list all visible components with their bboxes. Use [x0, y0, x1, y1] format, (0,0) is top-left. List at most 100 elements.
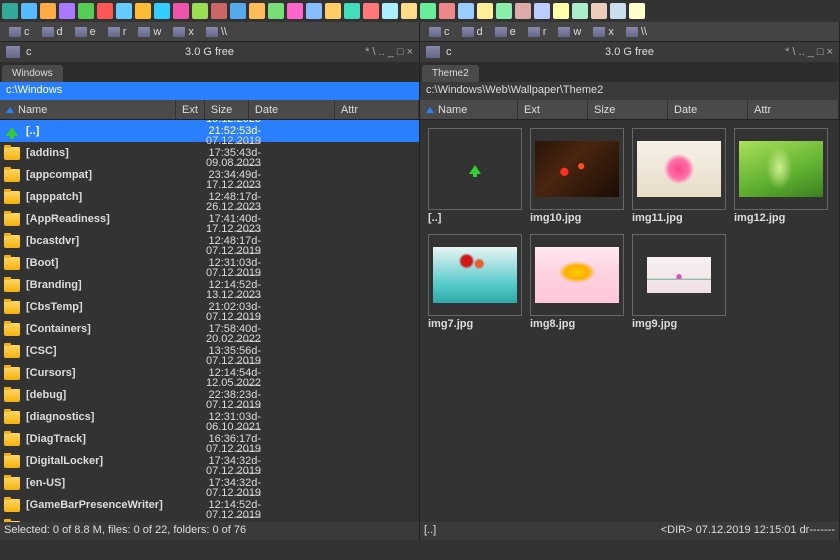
image-thumb[interactable]: img9.jpg	[632, 234, 726, 332]
pane-window-buttons[interactable]: * \ .. _ □ ×	[365, 46, 413, 58]
image-thumb[interactable]: img11.jpg	[632, 128, 726, 226]
file-name: [appcompat]	[20, 169, 178, 181]
image-thumb[interactable]: img8.jpg	[530, 234, 624, 332]
file-name: [Branding]	[20, 279, 178, 291]
col-date[interactable]: Date	[249, 100, 335, 119]
drive-button-e[interactable]: e	[490, 25, 521, 39]
toolbar-icon[interactable]	[211, 3, 227, 19]
thumb-frame	[428, 128, 522, 210]
drive-letter: r	[123, 26, 127, 38]
toolbar-icon[interactable]	[363, 3, 379, 19]
drive-button-r[interactable]: r	[103, 25, 132, 39]
col-name[interactable]: Name	[0, 100, 176, 119]
image-thumb[interactable]: img12.jpg	[734, 128, 828, 226]
left-tab-bar: Windows	[0, 62, 419, 82]
toolbar-icon[interactable]	[572, 3, 588, 19]
tab-theme2[interactable]: Theme2	[422, 65, 479, 82]
right-column-headers: Name Ext Size Date Attr	[420, 100, 839, 120]
thumb-label: img9.jpg	[632, 316, 726, 332]
thumbnail-image	[739, 141, 823, 197]
toolbar-icon[interactable]	[439, 3, 455, 19]
col-attr[interactable]: Attr	[335, 100, 419, 119]
up-arrow-icon	[4, 123, 20, 139]
toolbar-icon[interactable]	[496, 3, 512, 19]
toolbar-icon[interactable]	[591, 3, 607, 19]
network-button[interactable]: \\	[201, 25, 232, 39]
toolbar-icon[interactable]	[97, 3, 113, 19]
image-thumb[interactable]: img10.jpg	[530, 128, 624, 226]
parent-dir-thumb[interactable]: [..]	[428, 128, 522, 226]
network-button[interactable]: \\	[621, 25, 652, 39]
toolbar-icon[interactable]	[515, 3, 531, 19]
toolbar-icon[interactable]	[325, 3, 341, 19]
left-drive-bar: cde rwx\\	[0, 22, 419, 42]
toolbar-icon[interactable]	[135, 3, 151, 19]
toolbar-icon[interactable]	[477, 3, 493, 19]
col-date[interactable]: Date	[668, 100, 748, 119]
right-thumbnail-grid[interactable]: [..]img10.jpgimg11.jpgimg12.jpgimg7.jpgi…	[420, 120, 839, 522]
toolbar-icon[interactable]	[553, 3, 569, 19]
pane-window-buttons[interactable]: * \ .. _ □ ×	[785, 46, 833, 58]
drive-button-x[interactable]: x	[588, 25, 619, 39]
thumbnail-image	[433, 247, 517, 303]
toolbar-icon[interactable]	[629, 3, 645, 19]
toolbar-icon[interactable]	[230, 3, 246, 19]
toolbar-icon[interactable]	[287, 3, 303, 19]
thumbnail-image	[535, 141, 619, 197]
folder-icon	[4, 477, 20, 490]
right-path[interactable]: c:\Windows\Web\Wallpaper\Theme2	[420, 82, 839, 100]
left-column-headers: Name Ext Size Date Attr	[0, 100, 419, 120]
col-size[interactable]: Size	[588, 100, 668, 119]
left-drive-info: c 3.0 G free * \ .. _ □ ×	[0, 42, 419, 62]
col-attr[interactable]: Attr	[748, 100, 839, 119]
col-size[interactable]: Size	[205, 100, 249, 119]
drive-letter: c	[26, 46, 32, 58]
image-thumb[interactable]: img7.jpg	[428, 234, 522, 332]
toolbar-icon[interactable]	[344, 3, 360, 19]
toolbar-icon[interactable]	[249, 3, 265, 19]
folder-icon	[4, 147, 20, 160]
left-file-list[interactable]: [..]19.12.2023 21:52:53d--------[addins]…	[0, 120, 419, 522]
toolbar-icon[interactable]	[420, 3, 436, 19]
left-status-bar: Selected: 0 of 8.8 M, files: 0 of 22, fo…	[0, 522, 419, 540]
drive-icon	[558, 27, 570, 37]
drive-letter: w	[573, 26, 581, 38]
tab-windows[interactable]: Windows	[2, 65, 63, 82]
panels-container: cderwx\\ c 3.0 G free * \ .. _ □ × Windo…	[0, 22, 840, 540]
drive-button-w[interactable]: w	[133, 25, 166, 39]
folder-icon	[4, 367, 20, 380]
drive-button-r[interactable]: r	[523, 25, 552, 39]
drive-button-d[interactable]: d	[457, 25, 488, 39]
file-name: [DigitalLocker]	[20, 455, 178, 467]
drive-button-c[interactable]: c	[4, 25, 35, 39]
toolbar-icon[interactable]	[268, 3, 284, 19]
drive-button-c[interactable]: c	[424, 25, 455, 39]
status-right: <DIR> 07.12.2019 12:15:01 dr-------	[661, 524, 835, 538]
toolbar-icon[interactable]	[154, 3, 170, 19]
right-drive-info: c 3.0 G free * \ .. _ □ ×	[420, 42, 839, 62]
toolbar-icon[interactable]	[78, 3, 94, 19]
toolbar-icon[interactable]	[534, 3, 550, 19]
toolbar-icon[interactable]	[306, 3, 322, 19]
folder-icon	[4, 169, 20, 182]
toolbar-icon[interactable]	[40, 3, 56, 19]
toolbar-icon[interactable]	[610, 3, 626, 19]
toolbar-icon[interactable]	[2, 3, 18, 19]
drive-button-x[interactable]: x	[168, 25, 199, 39]
toolbar-icon[interactable]	[59, 3, 75, 19]
col-ext[interactable]: Ext	[176, 100, 205, 119]
toolbar-icon[interactable]	[192, 3, 208, 19]
left-path[interactable]: c:\Windows	[0, 82, 419, 100]
drive-button-w[interactable]: w	[553, 25, 586, 39]
toolbar-icon[interactable]	[173, 3, 189, 19]
drive-button-d[interactable]: d	[37, 25, 68, 39]
toolbar-icon[interactable]	[401, 3, 417, 19]
toolbar-icon[interactable]	[382, 3, 398, 19]
col-name[interactable]: Name	[420, 100, 518, 119]
toolbar-icon[interactable]	[21, 3, 37, 19]
drive-button-e[interactable]: e	[70, 25, 101, 39]
folder-icon	[4, 235, 20, 248]
col-ext[interactable]: Ext	[518, 100, 588, 119]
toolbar-icon[interactable]	[458, 3, 474, 19]
toolbar-icon[interactable]	[116, 3, 132, 19]
